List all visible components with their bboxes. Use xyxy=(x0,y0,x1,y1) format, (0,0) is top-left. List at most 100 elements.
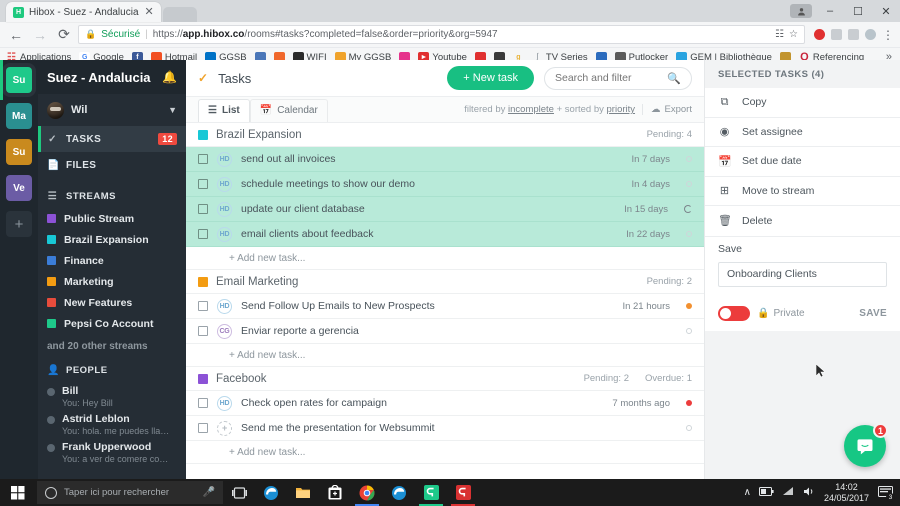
tab-calendar[interactable]: 📅 Calendar xyxy=(249,98,328,122)
browser-tab[interactable]: H Hibox - Suez - Andalucia ✕ xyxy=(6,2,161,22)
save-button[interactable]: SAVE xyxy=(859,308,887,319)
sidebar-person[interactable]: Frank Upperwood You: a ver de comere come… xyxy=(38,438,186,466)
wifi-icon[interactable] xyxy=(782,486,795,499)
add-new-task-link[interactable]: + Add new task... xyxy=(186,344,704,367)
sidebar-person[interactable]: Bill You: Hey Bill xyxy=(38,382,186,410)
task-assignee-avatar[interactable]: HD xyxy=(217,226,232,242)
taskbar-search[interactable]: Taper ici pour rechercher 🎤 xyxy=(37,481,223,504)
task-checkbox[interactable] xyxy=(198,204,208,214)
task-group-header[interactable]: Brazil Expansion Pending: 4 xyxy=(186,123,704,147)
task-row[interactable]: HD send out all invoices In 7 days xyxy=(186,147,704,172)
taskbar-clock[interactable]: 14:02 24/05/2017 xyxy=(824,482,869,504)
profile-avatar-icon[interactable] xyxy=(790,4,812,18)
task-assignee-avatar[interactable]: HD xyxy=(217,395,232,411)
workspace-su-2[interactable]: Su xyxy=(6,139,32,165)
chrome-icon[interactable] xyxy=(351,479,383,506)
maximize-button[interactable]: ☐ xyxy=(844,0,872,22)
chevron-down-icon[interactable]: ▼ xyxy=(168,105,177,115)
task-checkbox[interactable] xyxy=(198,326,208,336)
edge-icon-2[interactable] xyxy=(383,479,415,506)
search-icon[interactable]: 🔍 xyxy=(667,72,681,85)
extension-icon[interactable]: ☷ xyxy=(775,29,784,40)
task-list[interactable]: Brazil Expansion Pending: 4 HD send out all… xyxy=(186,123,704,479)
opera-extension-icon[interactable] xyxy=(814,29,825,40)
ext3-icon[interactable] xyxy=(848,29,859,40)
forward-icon[interactable]: → xyxy=(30,25,50,45)
workspace-su-0[interactable]: Su xyxy=(0,60,32,100)
store-icon[interactable] xyxy=(319,479,351,506)
hibox-icon[interactable] xyxy=(415,479,447,506)
task-checkbox[interactable] xyxy=(198,398,208,408)
sidebar-item-tasks[interactable]: ✓ TASKS 12 xyxy=(38,126,186,152)
task-assignee-avatar[interactable]: HD xyxy=(217,298,232,314)
task-checkbox[interactable] xyxy=(198,154,208,164)
more-streams-label[interactable]: and 20 other streams xyxy=(38,334,186,352)
workspace-ve-3[interactable]: Ve xyxy=(6,175,32,201)
task-group-header[interactable]: Facebook Pending: 2 Overdue: 1 xyxy=(186,367,704,391)
sidebar-stream-public-stream[interactable]: Public Stream xyxy=(38,208,186,229)
add-workspace-button[interactable]: + xyxy=(6,211,32,237)
task-group-header[interactable]: Email Marketing Pending: 2 xyxy=(186,270,704,294)
camtasia-icon[interactable] xyxy=(447,479,479,506)
saved-filter-name-input[interactable]: Onboarding Clients xyxy=(718,261,887,287)
notification-center-icon[interactable]: 3 xyxy=(877,484,895,502)
sidebar-person[interactable]: Astrid Leblon You: hola. me puedes llamar… xyxy=(38,410,186,438)
microphone-icon[interactable]: 🎤 xyxy=(203,487,215,498)
tab-list[interactable]: ☰ List xyxy=(198,98,250,122)
panel-action-delete[interactable]: 🗑 Delete xyxy=(705,206,900,236)
sidebar-stream-marketing[interactable]: Marketing xyxy=(38,271,186,292)
add-new-task-link[interactable]: + Add new task... xyxy=(186,441,704,464)
ext4-icon[interactable] xyxy=(865,29,876,40)
task-assignee-avatar[interactable]: HD xyxy=(217,151,232,167)
search-box[interactable]: 🔍 xyxy=(544,66,692,90)
chat-bubble-button[interactable]: 1 xyxy=(844,423,888,467)
minimize-button[interactable]: – xyxy=(816,0,844,22)
windows-start-button[interactable] xyxy=(0,479,36,506)
task-row[interactable]: + Send me the presentation for Websummit xyxy=(186,416,704,441)
panel-action-move-to-stream[interactable]: ⊞ Move to stream xyxy=(705,177,900,206)
task-checkbox[interactable] xyxy=(198,179,208,189)
address-bar[interactable]: 🔒 Sécurisé | https://app.hibox.co/rooms#… xyxy=(78,25,805,44)
task-row[interactable]: HD Check open rates for campaign 7 months … xyxy=(186,391,704,416)
workspace-ma-1[interactable]: Ma xyxy=(6,103,32,129)
task-row[interactable]: HD Send Follow Up Emails to New Prospects… xyxy=(186,294,704,319)
panel-action-set-assignee[interactable]: ◉ Set assignee xyxy=(705,118,900,147)
volume-icon[interactable] xyxy=(803,486,816,500)
task-assignee-avatar[interactable]: HD xyxy=(217,201,232,217)
task-assignee-avatar[interactable]: HD xyxy=(217,176,232,192)
search-input[interactable] xyxy=(555,72,668,84)
panel-action-set-due-date[interactable]: 📅 Set due date xyxy=(705,147,900,177)
bell-icon[interactable]: 🔔 xyxy=(162,70,177,84)
sidebar-stream-pepsi-co-account[interactable]: Pepsi Co Account xyxy=(38,313,186,334)
back-icon[interactable]: ← xyxy=(6,25,26,45)
reload-icon[interactable]: ⟳ xyxy=(54,25,74,45)
close-icon[interactable]: ✕ xyxy=(144,6,155,18)
file-explorer-icon[interactable] xyxy=(287,479,319,506)
task-assignee-avatar[interactable]: CG xyxy=(217,323,232,339)
ext2-icon[interactable] xyxy=(831,29,842,40)
new-task-button[interactable]: + New task xyxy=(447,66,534,90)
task-view-icon[interactable] xyxy=(223,479,255,506)
panel-action-copy[interactable]: ⧉ Copy xyxy=(705,88,900,118)
new-tab-button[interactable] xyxy=(162,7,197,22)
current-user[interactable]: Wil ▼ xyxy=(38,94,186,126)
sidebar-stream-brazil-expansion[interactable]: Brazil Expansion xyxy=(38,229,186,250)
sidebar-stream-new-features[interactable]: New Features xyxy=(38,292,186,313)
task-checkbox[interactable] xyxy=(198,301,208,311)
add-new-task-link[interactable]: + Add new task... xyxy=(186,247,704,270)
task-row[interactable]: CG Enviar reporte a gerencia xyxy=(186,319,704,344)
tray-chevron-icon[interactable]: ∧ xyxy=(744,487,751,498)
task-row[interactable]: HD update our client database In 15 days xyxy=(186,197,704,222)
task-checkbox[interactable] xyxy=(198,229,208,239)
close-window-button[interactable]: ✕ xyxy=(872,0,900,22)
bookmark-star-icon[interactable]: ☆ xyxy=(789,29,798,40)
chrome-menu-icon[interactable]: ⋮ xyxy=(882,29,894,41)
sidebar-item-files[interactable]: 📄 FILES xyxy=(38,152,186,178)
battery-icon[interactable] xyxy=(758,486,774,499)
edge-icon[interactable] xyxy=(255,479,287,506)
private-toggle[interactable] xyxy=(718,305,750,321)
sidebar-stream-finance[interactable]: Finance xyxy=(38,250,186,271)
task-assignee-avatar[interactable]: + xyxy=(217,420,232,436)
task-row[interactable]: HD schedule meetings to show our demo In 4… xyxy=(186,172,704,197)
task-checkbox[interactable] xyxy=(198,423,208,433)
